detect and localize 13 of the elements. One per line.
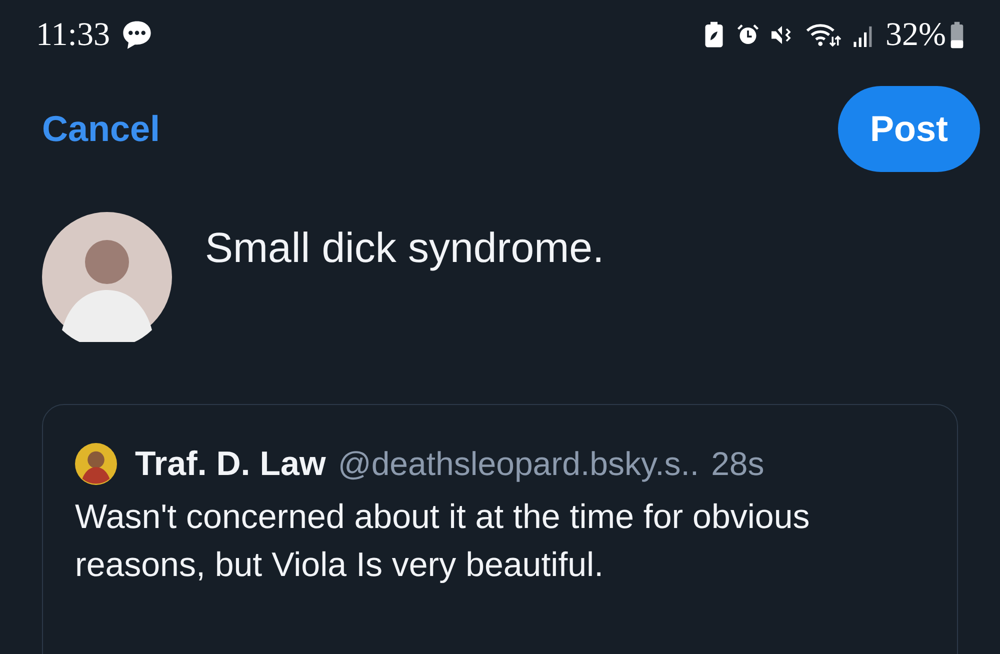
post-time: 28s: [711, 445, 764, 483]
author-handle: @deathsleopard.bsky.s..: [338, 445, 700, 483]
wifi-icon: [804, 21, 842, 49]
avatar: [75, 443, 117, 485]
post-button[interactable]: Post: [838, 86, 980, 172]
author-name: Traf. D. Law: [135, 444, 326, 484]
clock-time: 11:33: [36, 16, 110, 54]
quoted-post-text: Wasn't concerned about it at the time for obvious reasons, but Viola Is very beautiful.: [75, 497, 811, 586]
cancel-button[interactable]: Cancel: [42, 108, 160, 150]
battery-percentage: 32%: [886, 16, 946, 54]
post-text-input[interactable]: Small dick syndrome.: [205, 222, 604, 274]
quoted-post-card[interactable]: Traf. D. Law @deathsleopard.bsky.s.. 28s Wasn't concerned about it at the time for obvious reasons, but Viola Is very beautiful.: [42, 404, 958, 654]
battery-icon: [950, 21, 964, 49]
